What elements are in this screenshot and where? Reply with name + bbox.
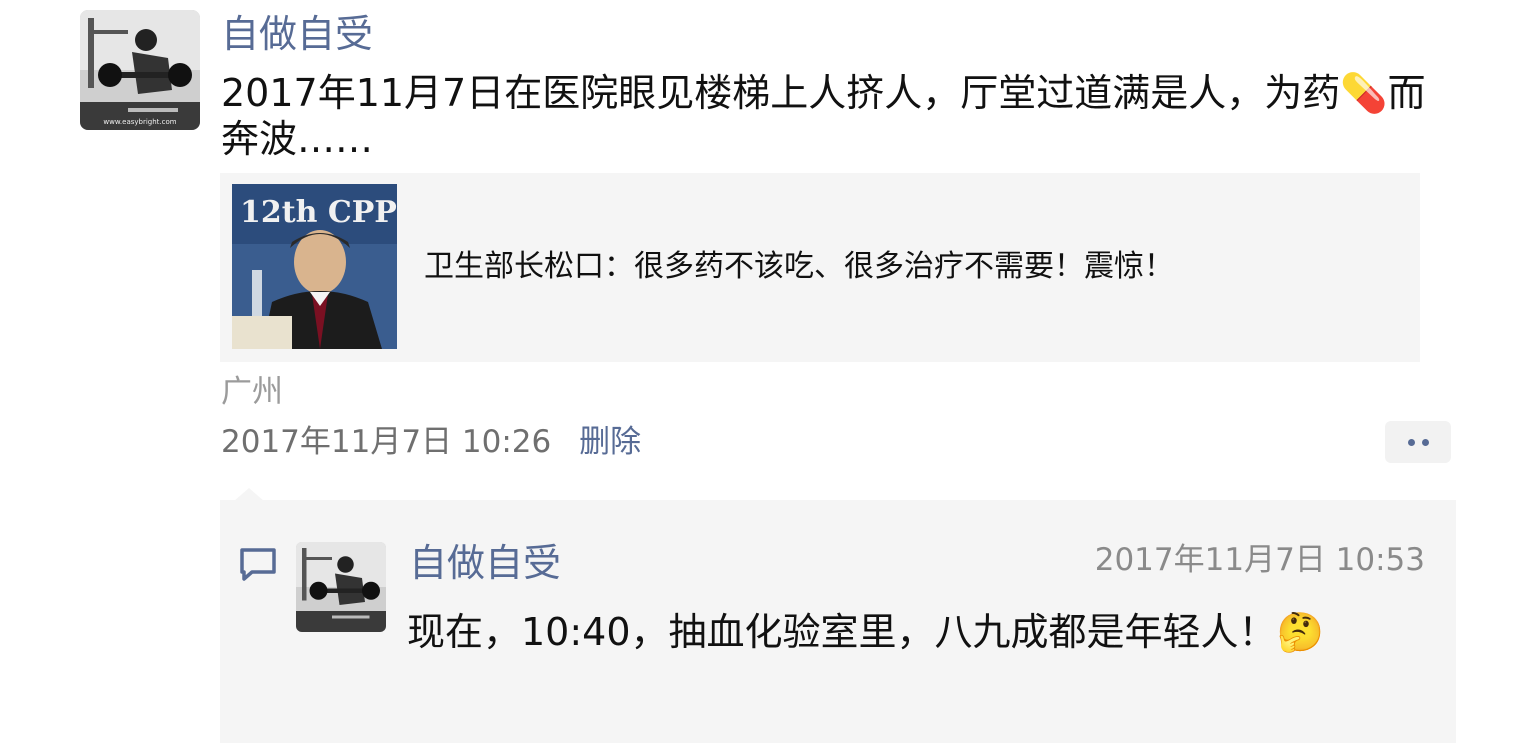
post-text: 2017年11月7日在医院眼见楼梯上人挤人，厅堂过道满是人，为药💊而奔波……: [221, 71, 1426, 161]
post-timestamp: 2017年11月7日 10:26: [221, 424, 552, 460]
delete-button[interactable]: 删除: [579, 424, 641, 460]
more-dots-icon: [1422, 439, 1429, 446]
post-meta-row: 2017年11月7日 10:26 删除: [221, 422, 641, 462]
post-author-name[interactable]: 自做自受: [221, 12, 373, 56]
author-avatar[interactable]: www.easybright.com: [80, 10, 200, 130]
comment-section: 自做自受 2017年11月7日 10:53 现在，10:40，抽血化验室里，八九…: [220, 500, 1456, 743]
link-title: 卫生部长松口：很多药不该吃、很多治疗不需要！震惊！: [424, 249, 1174, 284]
comment-timestamp: 2017年11月7日 10:53: [1094, 542, 1425, 578]
more-dots-icon: [1408, 439, 1415, 446]
shared-link-card[interactable]: 12th CPP 卫生部长松口：很多药不该吃、很多治疗不需要！震惊！: [220, 173, 1420, 362]
avatar-image: [296, 542, 386, 632]
comment-author-name[interactable]: 自做自受: [409, 540, 561, 586]
commenter-avatar[interactable]: [296, 542, 386, 632]
post-location[interactable]: 广州: [221, 372, 283, 412]
comment-bubble-icon: [238, 545, 278, 585]
svg-text:www.easybright.com: www.easybright.com: [103, 118, 176, 126]
avatar-image: www.easybright.com: [80, 10, 200, 130]
svg-text:12th CPP: 12th CPP: [240, 195, 397, 230]
link-thumbnail: 12th CPP: [232, 184, 397, 349]
more-actions-button[interactable]: [1385, 421, 1451, 463]
comment-text[interactable]: 现在，10:40，抽血化验室里，八九成都是年轻人！🤔: [407, 606, 1427, 658]
